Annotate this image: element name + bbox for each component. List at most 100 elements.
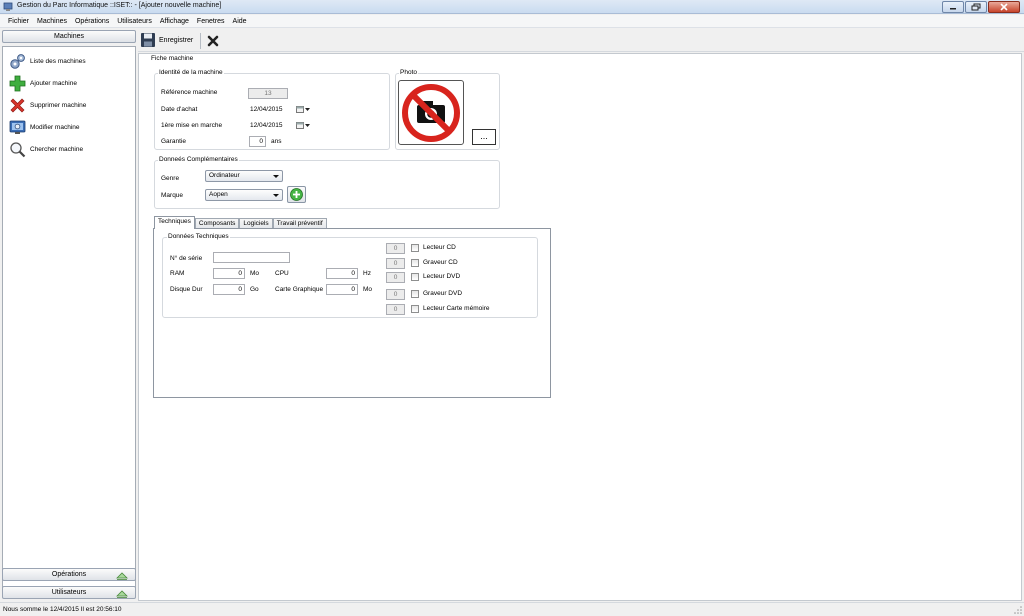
disk-unit: Go	[250, 286, 259, 293]
window-controls	[942, 1, 1020, 13]
menu-aide[interactable]: Aide	[229, 18, 251, 25]
status-text: Nous somme le 12/4/2015 Il est 20:56:10	[3, 606, 122, 613]
menu-fichier[interactable]: Fichier	[4, 18, 33, 25]
gpu-label: Carte Graphique	[275, 286, 324, 293]
gears-icon	[10, 53, 25, 69]
ram-label: RAM	[170, 270, 185, 277]
menu-operations[interactable]: Opérations	[71, 18, 113, 25]
status-bar: Nous somme le 12/4/2015 Il est 20:56:10	[0, 602, 1024, 616]
drive-count-lecteur-cd: 0	[386, 243, 405, 254]
chevron-down-icon	[273, 175, 279, 178]
no-photo-icon	[402, 84, 460, 142]
drive-count-lecteur-dvd: 0	[386, 272, 405, 283]
sidebar-item-chercher-machine[interactable]: Chercher machine	[9, 141, 83, 157]
menu-machines[interactable]: Machines	[33, 18, 71, 25]
sidebar-item-label: Chercher machine	[30, 145, 84, 153]
menu-fenetres[interactable]: Fenetres	[193, 18, 229, 25]
toolbar-separator	[200, 33, 201, 49]
section-label: Opérations	[51, 571, 87, 578]
drive-count-graveur-dvd: 0	[386, 289, 405, 300]
monitor-gear-icon	[9, 120, 26, 134]
genre-label: Genre	[161, 175, 180, 182]
genre-value: Ordinateur	[209, 172, 240, 179]
brand-select[interactable]: Aopen	[205, 189, 283, 201]
app-icon	[3, 2, 13, 11]
disk-input[interactable]: 0	[213, 284, 245, 295]
minimize-icon	[950, 8, 956, 10]
checkbox-lecteur-cd[interactable]	[411, 244, 419, 252]
sidebar-item-ajouter-machine[interactable]: Ajouter machine	[9, 75, 77, 91]
green-plus-icon	[9, 75, 26, 91]
green-plus-icon	[290, 188, 303, 201]
gpu-unit: Mo	[363, 286, 373, 293]
first-start-date-picker[interactable]: 12/04/2015	[248, 120, 312, 131]
sidebar-item-label: Liste des machines	[30, 57, 86, 65]
maximize-button[interactable]	[965, 1, 987, 13]
purchase-date-picker[interactable]: 12/04/2015	[248, 104, 312, 115]
form-panel: Fiche machine Identité de la machine Réf…	[138, 53, 1022, 601]
gpu-input[interactable]: 0	[326, 284, 358, 295]
menu-affichage[interactable]: Affichage	[156, 18, 193, 25]
magnifier-icon	[10, 141, 26, 157]
save-button[interactable]: Enregistrer	[140, 32, 193, 48]
warranty-unit: ans	[271, 138, 282, 145]
close-icon	[1000, 3, 1008, 11]
section-label: Utilisateurs	[51, 589, 87, 596]
sidebar-section-utilisateurs[interactable]: Utilisateurs	[2, 586, 136, 599]
minimize-button[interactable]	[942, 1, 964, 13]
sidebar-item-supprimer-machine[interactable]: Supprimer machine	[9, 97, 86, 113]
cpu-label: CPU	[275, 270, 289, 277]
label-lecteur-cd: Lecteur CD	[423, 244, 456, 251]
sidebar-machines-list: Liste des machines Ajouter machine Suppr…	[2, 46, 136, 594]
first-start-label: 1ère mise en marche	[161, 122, 223, 129]
close-form-button[interactable]	[206, 34, 220, 48]
chevron-down-icon	[273, 194, 279, 197]
photo-frame	[398, 80, 464, 145]
sidebar-item-liste-machines[interactable]: Liste des machines	[9, 53, 86, 69]
close-window-button[interactable]	[988, 1, 1020, 13]
tab-techniques[interactable]: Techniques	[154, 216, 195, 229]
sidebar-item-label: Ajouter machine	[30, 79, 77, 87]
tab-panel-techniques: Données Techniques N° de série RAM 0 Mo …	[153, 228, 551, 398]
checkbox-lecteur-carte-memoire[interactable]	[411, 305, 419, 313]
cpu-input[interactable]: 0	[326, 268, 358, 279]
technical-group-title: Données Techniques	[167, 233, 230, 240]
first-start-date-value: 12/04/2015	[250, 122, 283, 129]
identity-group-title: Identité de la machine	[158, 69, 224, 76]
title-bar: Gestion du Parc Informatique ::ISET:: - …	[0, 0, 1024, 14]
brand-value: Aopen	[209, 191, 228, 198]
toolbar: Enregistrer	[138, 30, 1024, 52]
menu-bar: Fichier Machines Opérations Utilisateurs…	[0, 15, 1024, 28]
add-brand-button[interactable]	[287, 186, 306, 203]
drive-count-graveur-cd: 0	[386, 258, 405, 269]
sidebar-section-operations[interactable]: Opérations	[2, 568, 136, 581]
sidebar-header-machines[interactable]: Machines	[2, 30, 136, 43]
red-x-icon	[10, 98, 25, 112]
sidebar-item-label: Supprimer machine	[30, 101, 87, 109]
sidebar-item-modifier-machine[interactable]: Modifier machine	[9, 119, 80, 135]
serial-input[interactable]	[213, 252, 290, 263]
menu-utilisateurs[interactable]: Utilisateurs	[113, 18, 156, 25]
photo-group-title: Photo	[399, 69, 418, 76]
warranty-label: Garantie	[161, 138, 186, 145]
checkbox-graveur-cd[interactable]	[411, 259, 419, 267]
checkbox-graveur-dvd[interactable]	[411, 290, 419, 298]
save-label: Enregistrer	[159, 36, 194, 44]
label-graveur-cd: Graveur CD	[423, 259, 458, 266]
sidebar: Machines Liste des machines Ajouter mach…	[2, 30, 136, 602]
resize-grip-icon[interactable]	[1014, 606, 1022, 614]
window-title: Gestion du Parc Informatique ::ISET:: - …	[17, 2, 222, 9]
serial-label: N° de série	[170, 255, 203, 262]
label-lecteur-dvd: Lecteur DVD	[423, 273, 461, 280]
genre-select[interactable]: Ordinateur	[205, 170, 283, 182]
purchase-date-value: 12/04/2015	[250, 106, 283, 113]
ram-unit: Mo	[250, 270, 260, 277]
checkbox-lecteur-dvd[interactable]	[411, 273, 419, 281]
sidebar-item-label: Modifier machine	[30, 123, 80, 131]
warranty-field[interactable]: 0	[249, 136, 266, 147]
restore-icon	[971, 3, 981, 11]
browse-photo-button[interactable]: ...	[472, 129, 496, 145]
complementary-group-title: Donneés Complémentaires	[158, 156, 239, 163]
label-graveur-dvd: Graveur DVD	[423, 290, 463, 297]
ram-input[interactable]: 0	[213, 268, 245, 279]
